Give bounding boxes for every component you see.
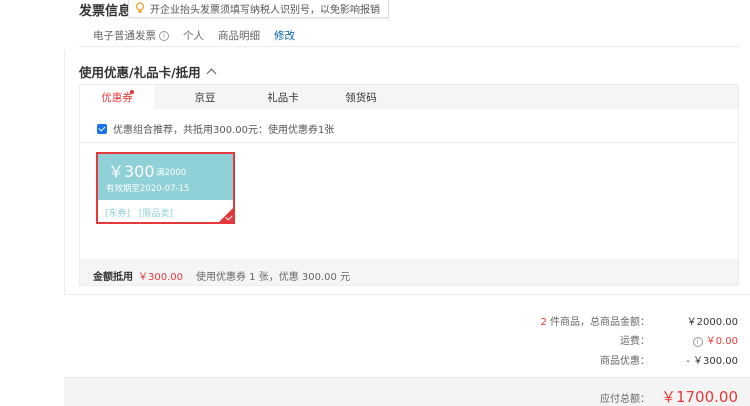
invoice-details: 电子普通发票 i 个人 商品明细 修改 bbox=[93, 28, 309, 43]
shipping-label: 运费： bbox=[620, 336, 650, 347]
coupon-condition: 满2000 bbox=[156, 168, 187, 178]
goods-label-text: 件商品，总商品金额： bbox=[550, 317, 650, 328]
new-dot-icon bbox=[130, 90, 134, 94]
info-icon[interactable]: i bbox=[159, 30, 169, 41]
lightbulb-icon bbox=[135, 2, 145, 13]
coupon-section-label: 使用优惠/礼品卡/抵用 bbox=[79, 65, 201, 80]
recommend-text: 优惠组合推荐，共抵用300.00元：使用优惠券1张 bbox=[113, 125, 335, 136]
recommend-checkbox[interactable] bbox=[97, 123, 107, 134]
info-icon[interactable]: i bbox=[692, 337, 703, 347]
coupon-amount: ￥300 bbox=[108, 162, 155, 181]
discount-summary: 金额抵用 ￥300.00 使用优惠券 1 张，优惠 300.00 元 bbox=[93, 268, 350, 283]
tab-label: 礼品卡 bbox=[267, 91, 299, 104]
discount-value: - ￥300.00 bbox=[686, 356, 738, 367]
invoice-type: 电子普通发票 bbox=[93, 30, 156, 42]
invoice-tip: 开企业抬头发票须填写纳税人识别号，以免影响报销 bbox=[128, 0, 389, 18]
tab-label: 领货码 bbox=[345, 91, 377, 104]
summary-amount: ￥300.00 bbox=[138, 272, 183, 283]
coupon-panel: 优惠券 京豆 礼品卡 领货码 优惠组合推荐，共抵用300.00元：使用优惠券1张 bbox=[79, 84, 739, 286]
coupon-tags: [东券] [限品类] bbox=[105, 206, 179, 219]
tab-label: 优惠券 bbox=[101, 91, 133, 104]
coupon-card-header: ￥300 满2000 有效期至2020-07-15 bbox=[98, 154, 233, 200]
coupon-validity: 有效期至2020-07-15 bbox=[106, 184, 190, 194]
coupon-list-area: 优惠组合推荐，共抵用300.00元：使用优惠券1张 ￥300 满2000 有效期… bbox=[80, 109, 738, 259]
chevron-up-icon[interactable] bbox=[206, 68, 217, 79]
divider bbox=[80, 142, 738, 143]
discount-label: 商品优惠： bbox=[600, 356, 650, 367]
divider bbox=[64, 294, 750, 295]
divider bbox=[64, 50, 65, 294]
goods-total-value: ￥2000.00 bbox=[686, 317, 738, 328]
payable-label: 应付总额： bbox=[600, 394, 650, 405]
shipping-value-wrap: i ￥0.00 bbox=[650, 332, 738, 347]
invoice-header: 个人 bbox=[183, 30, 204, 42]
discount-row: 商品优惠： - ￥300.00 bbox=[500, 352, 738, 367]
payable-bar: 应付总额： ￥1700.00 bbox=[64, 377, 750, 406]
item-count: 2 bbox=[540, 317, 547, 328]
summary-detail: 使用优惠券 1 张，优惠 300.00 元 bbox=[196, 272, 351, 283]
checkout-page: 发票信息 开企业抬头发票须填写纳税人识别号，以免影响报销 电子普通发票 i 个人… bbox=[0, 0, 750, 406]
summary-label: 金额抵用 bbox=[93, 272, 133, 283]
recommend-row[interactable]: 优惠组合推荐，共抵用300.00元：使用优惠券1张 bbox=[97, 121, 334, 136]
tab-gift-card[interactable]: 礼品卡 bbox=[244, 85, 322, 109]
coupon-tag: [东券] bbox=[105, 209, 131, 219]
invoice-content: 商品明细 bbox=[218, 30, 260, 42]
invoice-tip-text: 开企业抬头发票须填写纳税人识别号，以免影响报销 bbox=[150, 4, 380, 16]
payable-value: ￥1700.00 bbox=[660, 388, 738, 406]
tab-coupon[interactable]: 优惠券 bbox=[80, 85, 154, 109]
tab-jingdou[interactable]: 京豆 bbox=[166, 85, 244, 109]
coupon-section-title[interactable]: 使用优惠/礼品卡/抵用 bbox=[79, 62, 217, 81]
tab-redeem-code[interactable]: 领货码 bbox=[322, 85, 400, 109]
divider bbox=[79, 46, 739, 47]
shipping-row: 运费： i ￥0.00 bbox=[500, 332, 738, 347]
invoice-modify-link[interactable]: 修改 bbox=[274, 28, 295, 43]
tab-label: 京豆 bbox=[194, 91, 216, 104]
goods-total-label: 2 件商品，总商品金额： bbox=[500, 313, 650, 328]
coupon-tabs: 优惠券 京豆 礼品卡 领货码 bbox=[80, 85, 738, 109]
coupon-card[interactable]: ￥300 满2000 有效期至2020-07-15 [东券] [限品类] bbox=[96, 152, 235, 224]
invoice-title: 发票信息 bbox=[79, 4, 132, 19]
shipping-value: ￥0.00 bbox=[705, 336, 738, 347]
coupon-tag: [限品类] bbox=[138, 209, 173, 219]
goods-total-row: 2 件商品，总商品金额： ￥2000.00 bbox=[500, 313, 738, 328]
